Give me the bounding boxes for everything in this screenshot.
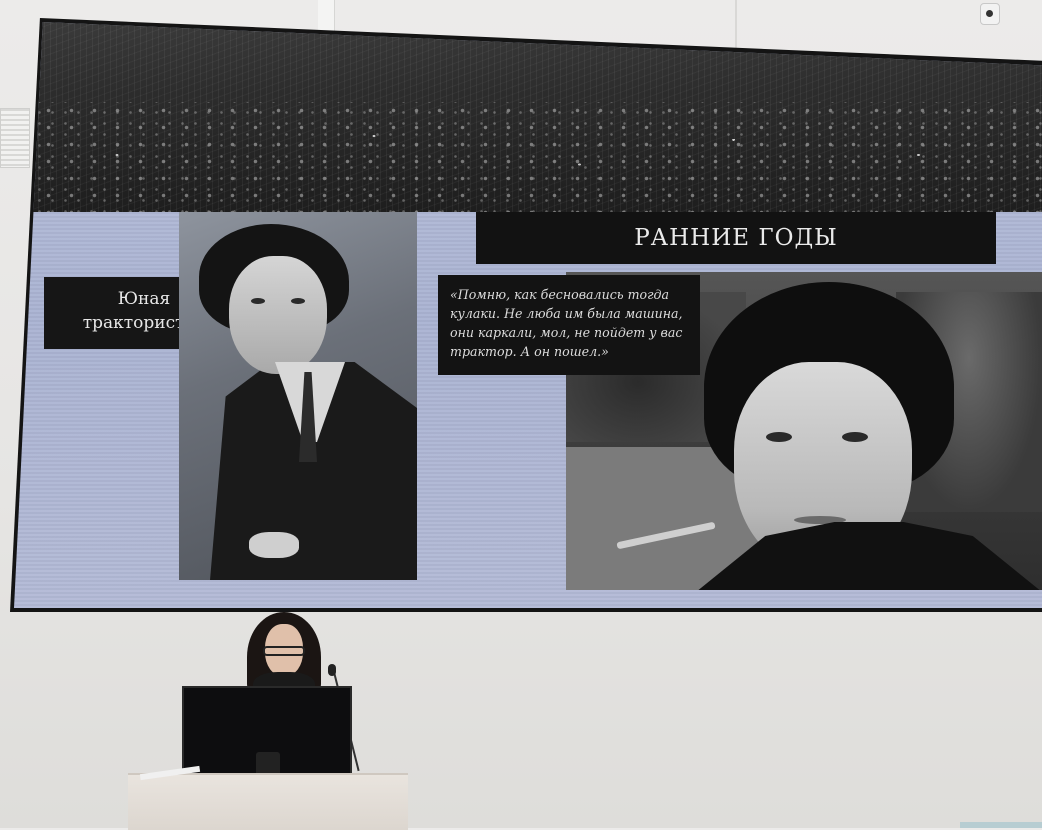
floor-strip <box>960 822 1042 828</box>
portrait-eye-left <box>251 298 265 304</box>
quote-box: «Помню, как бесновались тогда кулаки. Не… <box>438 275 700 375</box>
quote-line: «Помню, как бесновались тогда <box>450 287 669 302</box>
portrait-face <box>229 256 327 374</box>
speaker-glasses <box>263 646 305 656</box>
portrait-photo-left <box>179 212 417 580</box>
closeup-eye-left <box>766 432 792 442</box>
slide-title: РАННИЕ ГОДЫ <box>476 212 996 264</box>
quote-line: трактор. А он пошел.» <box>450 344 609 359</box>
quote-line: они каркали, мол, не пойдет у вас <box>450 325 683 340</box>
podium <box>128 773 408 830</box>
closeup-eye-right <box>842 432 868 442</box>
quote-line: кулаки. Не люба им была машина, <box>450 306 683 321</box>
security-camera-icon <box>980 3 1000 25</box>
presentation-screen: Юная трактористка РАННИЕ ГОДЫ «Помню, ка… <box>14 22 1042 608</box>
wall-seam <box>735 0 737 50</box>
portrait-eye-right <box>291 298 305 304</box>
portrait-hand <box>249 532 299 558</box>
field-flowers <box>14 102 1042 212</box>
wall-vent-left <box>0 108 30 168</box>
microphone-icon <box>328 664 336 676</box>
